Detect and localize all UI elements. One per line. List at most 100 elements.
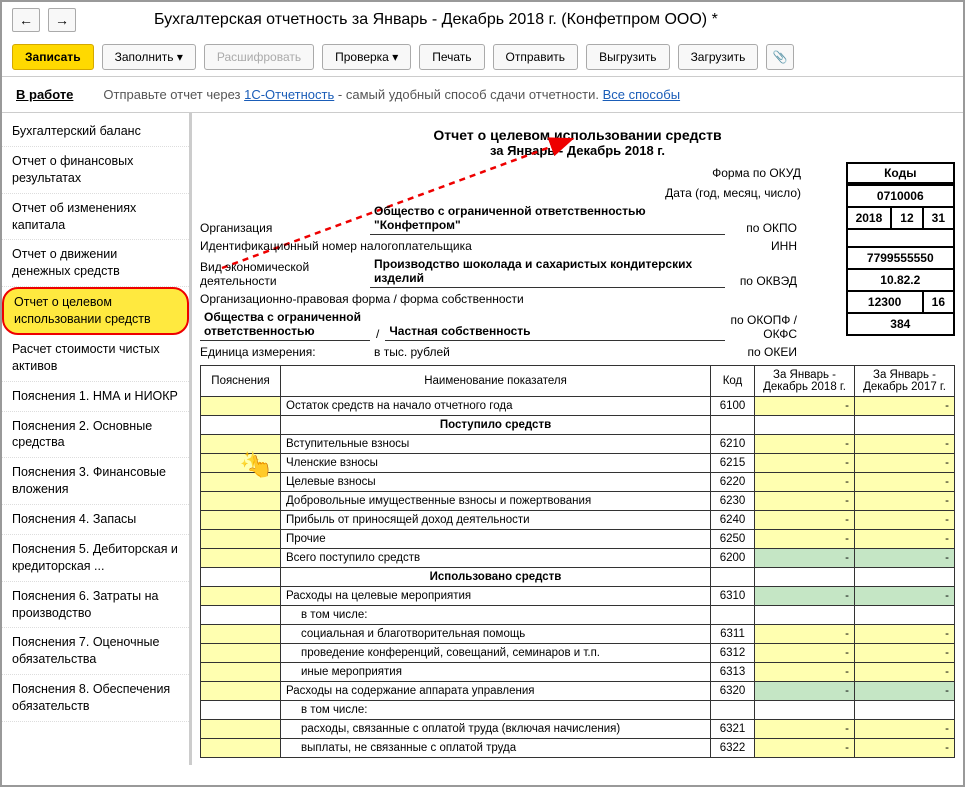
import-button[interactable]: Загрузить	[678, 44, 759, 70]
cell-value-prev[interactable]: -	[855, 397, 955, 416]
sidebar-item[interactable]: Отчет о финансовых результатах	[2, 147, 189, 194]
cell-explanation[interactable]	[201, 473, 281, 492]
cell-value-curr[interactable]: -	[755, 492, 855, 511]
cell-value-curr[interactable]: -	[755, 739, 855, 758]
table-row: Всего поступило средств6200--	[201, 549, 955, 568]
reporting-link[interactable]: 1С-Отчетность	[244, 87, 334, 102]
cell-explanation[interactable]	[201, 644, 281, 663]
sidebar-item[interactable]: Отчет о целевом использовании средств	[2, 287, 189, 335]
sidebar-item[interactable]: Пояснения 8. Обеспечения обязательств	[2, 675, 189, 722]
cell-value-prev[interactable]: -	[855, 473, 955, 492]
cell-value-curr[interactable]: -	[755, 530, 855, 549]
cell-value-prev[interactable]: -	[855, 720, 955, 739]
cell-value-prev[interactable]: -	[855, 492, 955, 511]
status-hint: Отправьте отчет через 1С-Отчетность - са…	[103, 87, 680, 102]
sidebar-item[interactable]: Отчет об изменениях капитала	[2, 194, 189, 241]
cell-value-prev[interactable]: -	[855, 530, 955, 549]
sidebar-item[interactable]: Пояснения 5. Дебиторская и кредиторская …	[2, 535, 189, 582]
cell-value-prev[interactable]: -	[855, 625, 955, 644]
cell-code: 6313	[711, 663, 755, 682]
cell-value-prev[interactable]: -	[855, 549, 955, 568]
cell-value-curr[interactable]: -	[755, 625, 855, 644]
cell-value-curr[interactable]: -	[755, 473, 855, 492]
cell-value-curr[interactable]: -	[755, 397, 855, 416]
check-button[interactable]: Проверка ▾	[322, 44, 411, 70]
forward-button[interactable]: →	[48, 8, 76, 32]
cell-value-curr[interactable]: -	[755, 682, 855, 701]
cell-value-prev[interactable]: -	[855, 644, 955, 663]
cell-explanation[interactable]	[201, 435, 281, 454]
okpo-value	[847, 229, 954, 247]
cell-explanation[interactable]	[201, 549, 281, 568]
cell-value-prev[interactable]: -	[855, 511, 955, 530]
sidebar-item[interactable]: Пояснения 7. Оценочные обязательства	[2, 628, 189, 675]
cell-code: 6230	[711, 492, 755, 511]
cell-name: Членские взносы	[281, 454, 711, 473]
sidebar-item[interactable]: Пояснения 3. Финансовые вложения	[2, 458, 189, 505]
cell-value-curr[interactable]: -	[755, 663, 855, 682]
table-row: Прочие6250--	[201, 530, 955, 549]
cell-value-curr	[755, 416, 855, 435]
cell-explanation[interactable]	[201, 739, 281, 758]
table-row: проведение конференций, совещаний, семин…	[201, 644, 955, 663]
sidebar-item[interactable]: Пояснения 6. Затраты на производство	[2, 582, 189, 629]
table-row: Добровольные имущественные взносы и поже…	[201, 492, 955, 511]
org-name: Общество с ограниченной ответственностью…	[370, 204, 725, 235]
cell-explanation[interactable]	[201, 511, 281, 530]
cell-explanation[interactable]	[201, 587, 281, 606]
cell-explanation[interactable]	[201, 625, 281, 644]
export-button[interactable]: Выгрузить	[586, 44, 670, 70]
cell-value-prev[interactable]: -	[855, 663, 955, 682]
cell-explanation[interactable]	[201, 454, 281, 473]
sidebar: Бухгалтерский балансОтчет о финансовых р…	[2, 113, 192, 765]
table-row: Расходы на целевые мероприятия6310--	[201, 587, 955, 606]
cell-name: Всего поступило средств	[281, 549, 711, 568]
cell-name: Расходы на содержание аппарата управлени…	[281, 682, 711, 701]
save-button[interactable]: Записать	[12, 44, 94, 70]
cell-explanation[interactable]	[201, 492, 281, 511]
cell-code: 6311	[711, 625, 755, 644]
cell-value-prev[interactable]: -	[855, 682, 955, 701]
cell-explanation[interactable]	[201, 720, 281, 739]
report-period: за Январь - Декабрь 2018 г.	[200, 143, 955, 158]
sidebar-item[interactable]: Пояснения 1. НМА и НИОКР	[2, 382, 189, 412]
status-link[interactable]: В работе	[16, 87, 73, 102]
cell-explanation[interactable]	[201, 530, 281, 549]
table-row: Вступительные взносы6210--	[201, 435, 955, 454]
sidebar-item[interactable]: Расчет стоимости чистых активов	[2, 335, 189, 382]
sidebar-item[interactable]: Бухгалтерский баланс	[2, 117, 189, 147]
cell-value-curr[interactable]: -	[755, 435, 855, 454]
cell-value-curr[interactable]: -	[755, 587, 855, 606]
send-button[interactable]: Отправить	[493, 44, 579, 70]
cell-explanation[interactable]	[201, 663, 281, 682]
cell-value-curr[interactable]: -	[755, 511, 855, 530]
cell-name: расходы, связанные с оплатой труда (вклю…	[281, 720, 711, 739]
print-button[interactable]: Печать	[419, 44, 484, 70]
fill-button[interactable]: Заполнить ▾	[102, 44, 196, 70]
cell-value-curr[interactable]: -	[755, 454, 855, 473]
sidebar-item[interactable]: Отчет о движении денежных средств	[2, 240, 189, 287]
cell-name: Вступительные взносы	[281, 435, 711, 454]
back-button[interactable]: ←	[12, 8, 40, 32]
sidebar-item[interactable]: Пояснения 2. Основные средства	[2, 412, 189, 459]
cell-value-prev[interactable]: -	[855, 739, 955, 758]
cell-name: Прибыль от приносящей доход деятельности	[281, 511, 711, 530]
cell-value-prev[interactable]: -	[855, 587, 955, 606]
sidebar-item[interactable]: Пояснения 4. Запасы	[2, 505, 189, 535]
cell-value-prev[interactable]: -	[855, 454, 955, 473]
cell-value-curr[interactable]: -	[755, 644, 855, 663]
col-name: Наименование показателя	[281, 366, 711, 397]
attach-button[interactable]: 📎	[766, 44, 794, 70]
all-ways-link[interactable]: Все способы	[603, 87, 680, 102]
cell-value-curr[interactable]: -	[755, 549, 855, 568]
cell-value-prev[interactable]: -	[855, 435, 955, 454]
cell-name: иные мероприятия	[281, 663, 711, 682]
cell-explanation[interactable]	[201, 682, 281, 701]
cell-name: Добровольные имущественные взносы и поже…	[281, 492, 711, 511]
codes-box: Коды 0710006 2018 12 31 7799555550 10.82…	[846, 162, 955, 336]
cell-name: социальная и благотворительная помощь	[281, 625, 711, 644]
cell-explanation[interactable]	[201, 397, 281, 416]
cell-value-curr[interactable]: -	[755, 720, 855, 739]
date-month: 12	[891, 207, 922, 229]
cell-name: в том числе:	[281, 701, 711, 720]
